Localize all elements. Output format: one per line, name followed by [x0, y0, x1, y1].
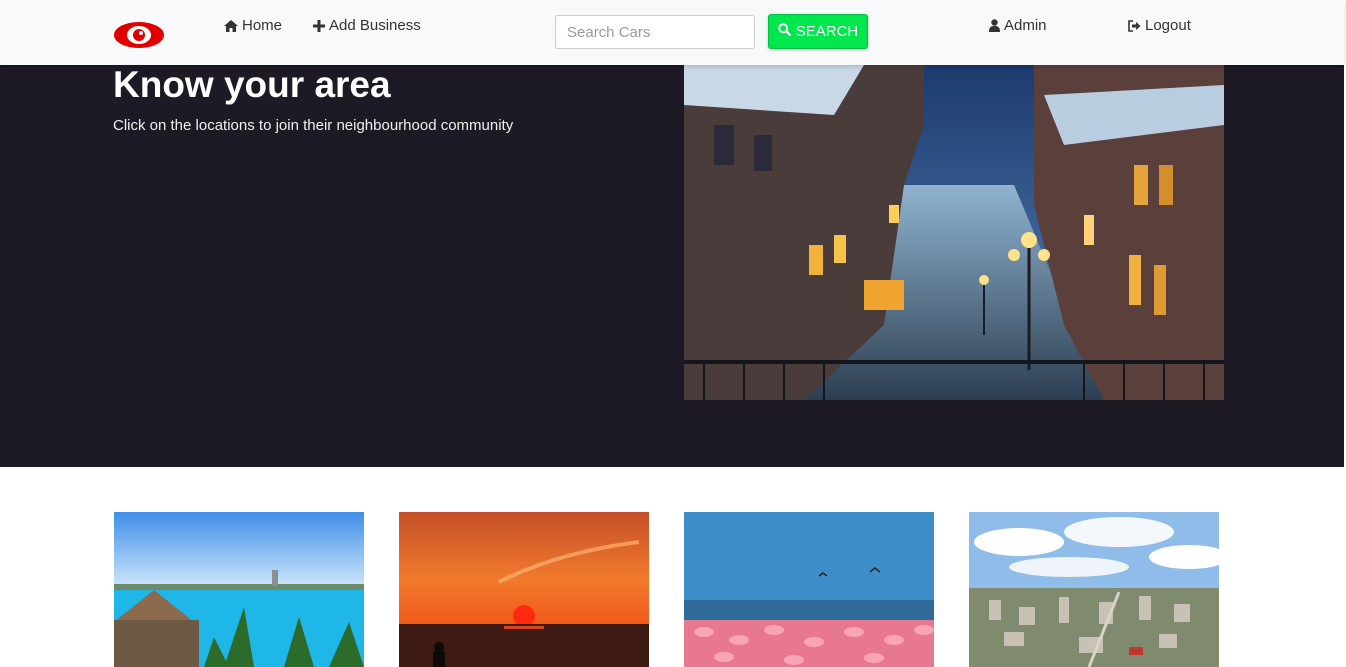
search-input[interactable] [555, 15, 755, 49]
search-button-label: SEARCH [795, 23, 859, 40]
hero-title: Know your area [113, 64, 391, 105]
navbar: Home Add Business SEARCH Admin Logout [0, 0, 1344, 65]
search-icon [777, 23, 791, 40]
nav-admin-link[interactable]: Admin [989, 17, 1047, 34]
user-icon [989, 19, 1000, 32]
hero-street-image [684, 65, 1224, 400]
plus-icon [313, 19, 325, 32]
location-card-flamingos[interactable] [684, 512, 934, 667]
location-image-flamingos [684, 512, 934, 667]
nav-home-label: Home [242, 17, 283, 34]
nav-logout-label: Logout [1145, 17, 1191, 34]
location-card-city[interactable] [969, 512, 1219, 667]
location-card-lake-sunset[interactable] [399, 512, 649, 667]
search-button[interactable]: SEARCH [768, 14, 868, 49]
hero-subtitle: Click on the locations to join their nei… [113, 117, 514, 134]
nav-admin-label: Admin [1004, 17, 1047, 34]
home-icon [224, 19, 238, 32]
location-image-city [969, 512, 1219, 667]
location-image-coast [114, 512, 364, 667]
location-card-coast[interactable] [114, 512, 364, 667]
nav-add-business-link[interactable]: Add Business [313, 17, 421, 34]
location-image-lake-sunset [399, 512, 649, 667]
hero-section: Know your area Click on the locations to… [0, 65, 1344, 467]
sign-out-icon [1128, 19, 1141, 32]
nav-home-link[interactable]: Home [224, 17, 282, 34]
nav-logout-link[interactable]: Logout [1128, 17, 1191, 34]
logo-eye-icon[interactable] [113, 19, 165, 51]
nav-add-business-label: Add Business [329, 17, 421, 34]
